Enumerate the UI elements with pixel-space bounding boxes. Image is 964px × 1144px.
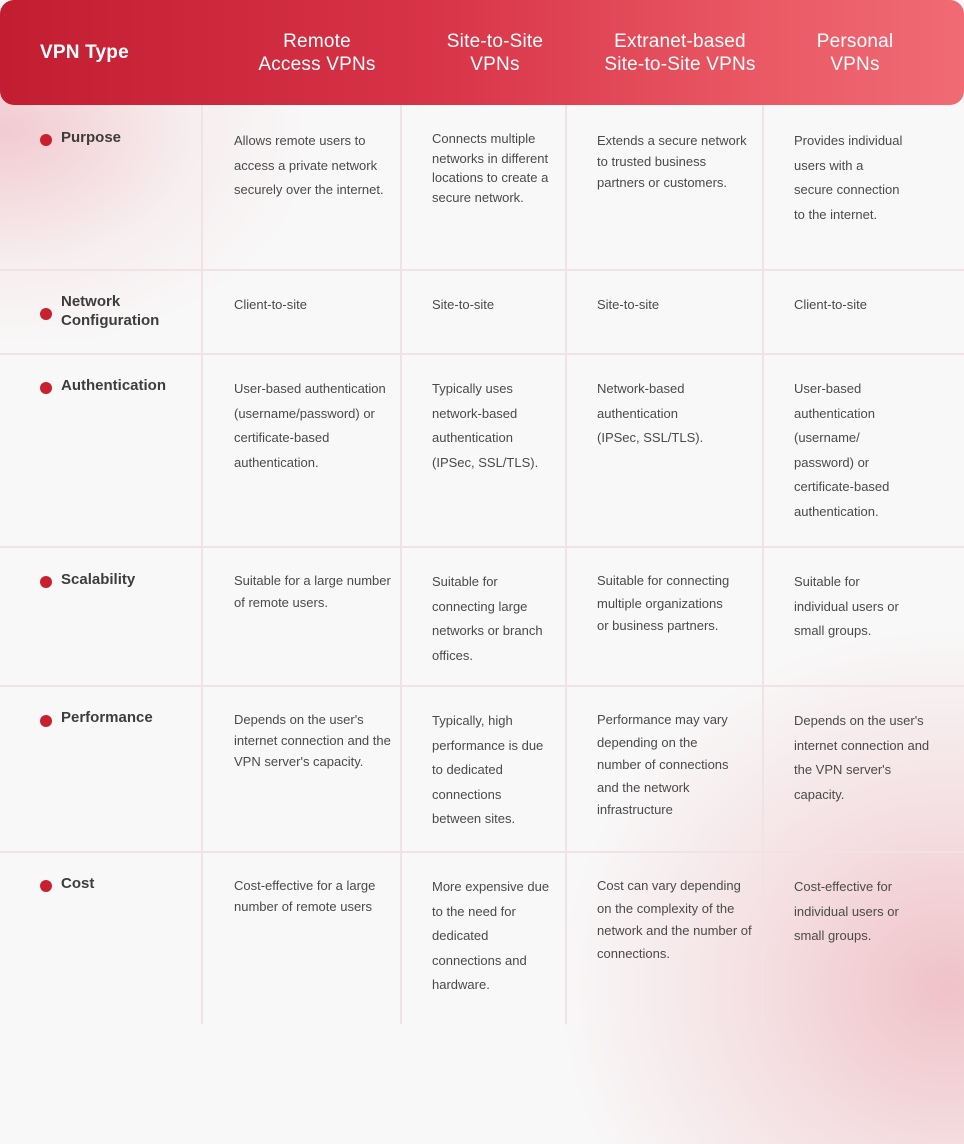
cell-extranet: Extends a secure network to trusted busi…	[597, 133, 747, 190]
table-row-cost: Cost Cost-effective for a large number o…	[0, 851, 964, 1024]
cell-extranet: Network-based authentication (IPSec, SSL…	[597, 381, 704, 445]
table-row-performance: Performance Depends on the user's intern…	[0, 685, 964, 852]
cell-remote-access: Cost-effective for a large number of rem…	[234, 878, 376, 914]
table-row-network-configuration: Network Configuration Client-to-site Sit…	[0, 269, 964, 354]
cell-personal: User-based authentication (username/ pas…	[794, 381, 890, 519]
row-label: Purpose	[61, 129, 122, 146]
table-row-purpose: Purpose Allows remote users to access a …	[0, 105, 964, 270]
cell-personal: Provides individual users with a secure …	[794, 133, 903, 222]
cell-extranet: Suitable for connecting multiple organiz…	[597, 573, 730, 633]
header-site-to-site-vpns: Site-to-Site VPNs	[420, 0, 570, 105]
header-label: Remote Access VPNs	[258, 30, 376, 75]
cell-site-to-site: Typically, high performance is due to de…	[432, 713, 544, 826]
cell-site-to-site: Site-to-site	[432, 297, 495, 312]
cell-personal: Cost-effective for individual users or s…	[794, 879, 899, 943]
header-remote-access-vpns: Remote Access VPNs	[202, 0, 432, 105]
table-row-authentication: Authentication User-based authentication…	[0, 353, 964, 547]
cell-remote-access: Depends on the user's internet connectio…	[234, 712, 391, 769]
cell-personal: Client-to-site	[794, 297, 867, 312]
header-label: Site-to-Site VPNs	[446, 30, 544, 75]
cell-personal: Depends on the user's internet connectio…	[794, 713, 930, 802]
cell-remote-access: User-based authentication (username/pass…	[234, 381, 386, 470]
row-label: Performance	[61, 709, 153, 726]
row-label: Cost	[61, 875, 95, 892]
cell-personal: Suitable for individual users or small g…	[794, 574, 899, 638]
cell-remote-access: Suitable for a large number of remote us…	[234, 573, 391, 610]
cell-extranet: Site-to-site	[597, 297, 660, 312]
header-personal-vpns: Personal VPNs	[775, 0, 935, 105]
header-label: Personal VPNs	[816, 30, 894, 75]
cell-extranet: Performance may vary depending on the nu…	[597, 712, 729, 817]
row-label: Network Configuration	[61, 293, 160, 329]
vpn-comparison-table: VPN Type Remote Access VPNs Site-to-Site V…	[0, 0, 964, 1024]
cell-extranet: Cost can vary depending on the complexit…	[597, 878, 752, 961]
header-extranet-site-to-site-vpns: Extranet-based Site-to-Site VPNs	[580, 0, 780, 105]
cell-site-to-site: More expensive due to the need for dedic…	[432, 879, 550, 992]
cell-site-to-site: Suitable for connecting large networks o…	[432, 574, 543, 663]
cell-site-to-site: Typically uses network-based authenticat…	[432, 381, 539, 470]
cell-remote-access: Client-to-site	[234, 297, 307, 312]
table-row-scalability: Scalability Suitable for a large number …	[0, 546, 964, 686]
table-header: VPN Type Remote Access VPNs Site-to-Site V…	[0, 0, 964, 105]
row-label: Scalability	[61, 571, 136, 588]
row-label: Authentication	[61, 377, 166, 394]
header-row-label: VPN Type	[40, 42, 129, 63]
header-label: Extranet-based Site-to-Site VPNs	[604, 30, 756, 75]
cell-remote-access: Allows remote users to access a private …	[234, 133, 384, 197]
cell-site-to-site: Connects multiple networks in different …	[432, 131, 549, 205]
